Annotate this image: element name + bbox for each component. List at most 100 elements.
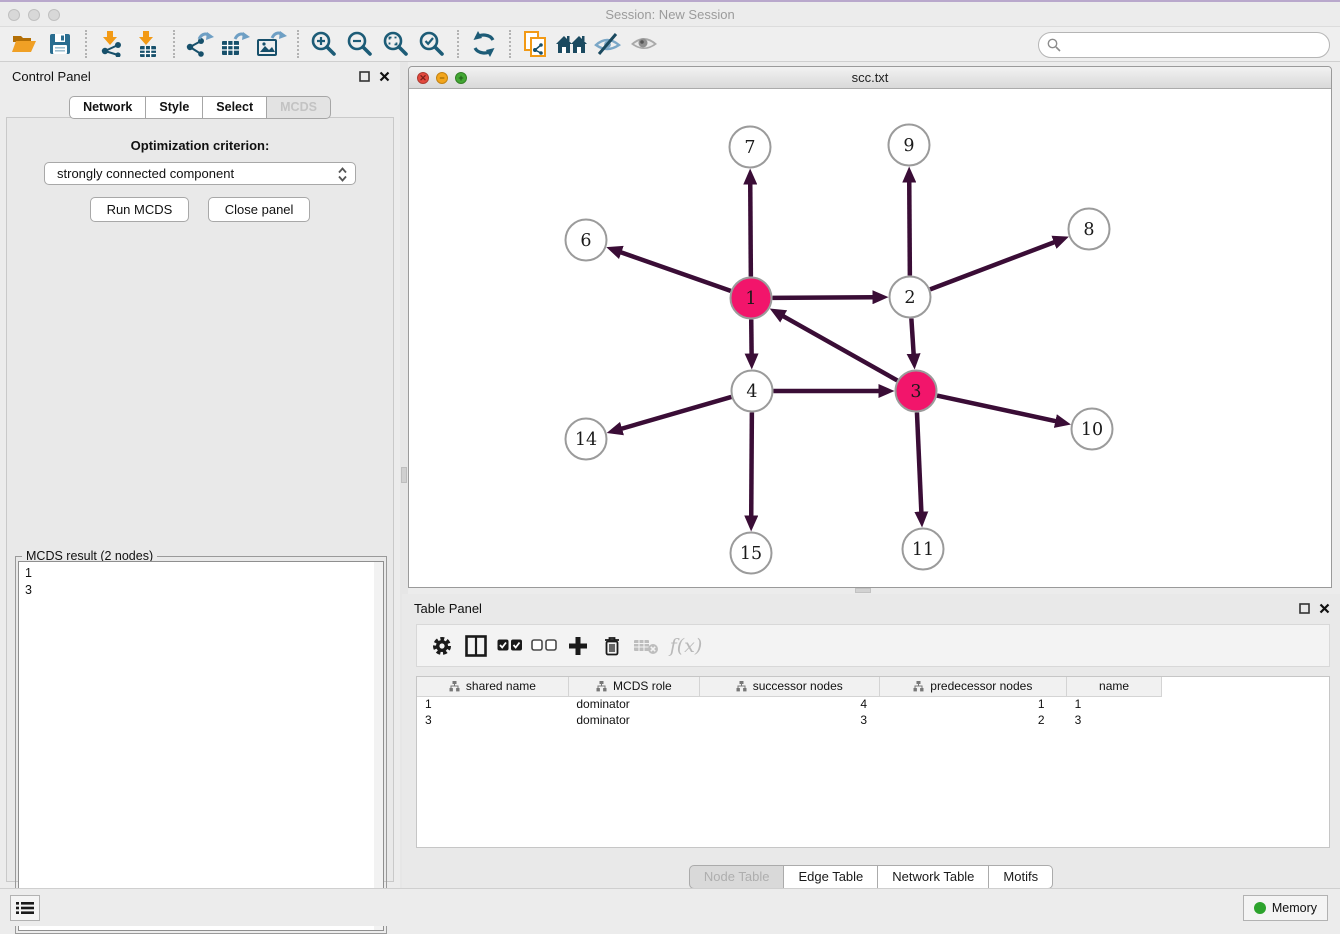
graph-node-9[interactable]: 9 [889,125,930,166]
save-session-button[interactable] [42,28,78,60]
graph-edge-3-1[interactable] [783,316,897,381]
table-cell[interactable]: 1 [417,696,568,712]
zoom-selected-button[interactable] [414,28,450,60]
export-image-button[interactable] [254,28,290,60]
graph-node-11[interactable]: 11 [903,529,944,570]
hide-eye-button[interactable] [590,28,626,60]
search-input[interactable] [1038,32,1330,58]
graph-node-10[interactable]: 10 [1072,409,1113,450]
graph-node-6[interactable]: 6 [566,220,607,261]
result-scrollbar[interactable] [374,562,383,930]
tab-edge-table[interactable]: Edge Table [784,865,878,889]
traffic-lights-inactive[interactable] [8,9,68,21]
function-builder-button[interactable]: f(x) [663,629,709,663]
minimize-network-icon[interactable]: − [436,72,448,84]
add-column-button[interactable] [561,629,595,663]
graph-edge-2-8[interactable] [930,242,1055,289]
export-table-button[interactable] [218,28,254,60]
graph-edge-3-11[interactable] [917,412,921,512]
select-all-button[interactable] [493,629,527,663]
network-clone-icon [523,30,549,58]
graph-edge-3-10[interactable] [937,396,1056,422]
gear-button[interactable] [425,629,459,663]
graph-edge-2-3[interactable] [911,318,913,354]
table-cell[interactable]: 1 [1067,696,1162,712]
horizontal-splitter-grip[interactable] [855,588,871,593]
delete-column-button[interactable] [595,629,629,663]
graph-edge-1-6[interactable] [620,252,730,291]
table-cell[interactable]: 3 [417,712,568,728]
tab-network[interactable]: Network [69,96,146,119]
tab-style[interactable]: Style [146,96,203,119]
close-network-icon[interactable]: ✕ [417,72,429,84]
graph-node-4[interactable]: 4 [732,371,773,412]
network-window-titlebar[interactable]: ✕ − + scc.txt [409,67,1331,89]
attribute-tree-icon [596,681,607,692]
apply-layout-button[interactable] [466,28,502,60]
table-row[interactable]: 1dominator411 [417,696,1162,712]
show-eye-button[interactable] [626,28,662,60]
zoom-out-button[interactable] [342,28,378,60]
graph-edge-2-9[interactable] [909,181,910,275]
table-cell[interactable]: dominator [568,696,699,712]
column-header-name[interactable]: name [1067,677,1162,696]
table-cell[interactable]: 1 [879,696,1067,712]
export-network-button[interactable] [182,28,218,60]
table-cell[interactable]: 4 [699,696,879,712]
graph-node-7[interactable]: 7 [730,127,771,168]
zoom-in-button[interactable] [306,28,342,60]
tab-select[interactable]: Select [203,96,267,119]
columns-button[interactable] [459,629,493,663]
home-button[interactable] [554,28,590,60]
svg-text:8: 8 [1083,220,1094,240]
table-cell[interactable]: dominator [568,712,699,728]
run-mcds-button[interactable]: Run MCDS [90,197,190,222]
close-window-icon[interactable] [8,9,20,21]
import-table-icon [135,31,161,57]
graph-edge-4-14[interactable] [621,397,731,429]
app-titlebar: Session: New Session [0,2,1340,26]
close-table-panel-icon[interactable] [1319,603,1330,614]
tab-mcds[interactable]: MCDS [267,96,331,119]
network-clone-button[interactable] [518,28,554,60]
graph-node-3[interactable]: 3 [896,371,937,412]
float-panel-icon[interactable] [359,71,370,82]
tab-node-table[interactable]: Node Table [689,865,785,889]
table-row[interactable]: 3dominator323 [417,712,1162,728]
delete-table-button[interactable] [629,629,663,663]
task-history-button[interactable] [10,895,40,921]
column-header-shared-name[interactable]: shared name [417,677,568,696]
import-table-button[interactable] [130,28,166,60]
close-panel-icon[interactable] [379,71,390,82]
graph-node-8[interactable]: 8 [1069,209,1110,250]
maximize-network-icon[interactable]: + [455,72,467,84]
column-header-MCDS-role[interactable]: MCDS role [568,677,699,696]
graph-edge-1-2[interactable] [772,297,873,298]
tab-motifs[interactable]: Motifs [989,865,1053,889]
graph-edge-1-7[interactable] [750,183,751,276]
table-cell[interactable]: 3 [1067,712,1162,728]
import-network-button[interactable] [94,28,130,60]
network-graph[interactable]: 7 9 6 8 1 2 4 3 14 10 15 11 [409,89,1331,587]
table-cell[interactable]: 2 [879,712,1067,728]
graph-node-15[interactable]: 15 [731,533,772,574]
graph-node-1[interactable]: 1 [731,278,772,319]
tab-network-table[interactable]: Network Table [878,865,989,889]
close-panel-button[interactable]: Close panel [208,197,311,222]
column-header-successor-nodes[interactable]: successor nodes [699,677,879,696]
criterion-select[interactable]: strongly connected component [44,162,356,185]
graph-node-2[interactable]: 2 [890,277,931,318]
graph-node-14[interactable]: 14 [566,419,607,460]
graph-edge-4-15[interactable] [751,412,752,516]
float-table-panel-icon[interactable] [1299,603,1310,614]
table-cell[interactable]: 3 [699,712,879,728]
zoom-fit-button[interactable] [378,28,414,60]
mcds-result-group: MCDS result (2 nodes) 1 3 [15,556,387,934]
mcds-result-text[interactable]: 1 3 [18,561,384,931]
deselect-all-button[interactable] [527,629,561,663]
open-file-button[interactable] [6,28,42,60]
column-header-predecessor-nodes[interactable]: predecessor nodes [879,677,1067,696]
memory-button[interactable]: Memory [1243,895,1328,921]
minimize-window-icon[interactable] [28,9,40,21]
zoom-window-icon[interactable] [48,9,60,21]
